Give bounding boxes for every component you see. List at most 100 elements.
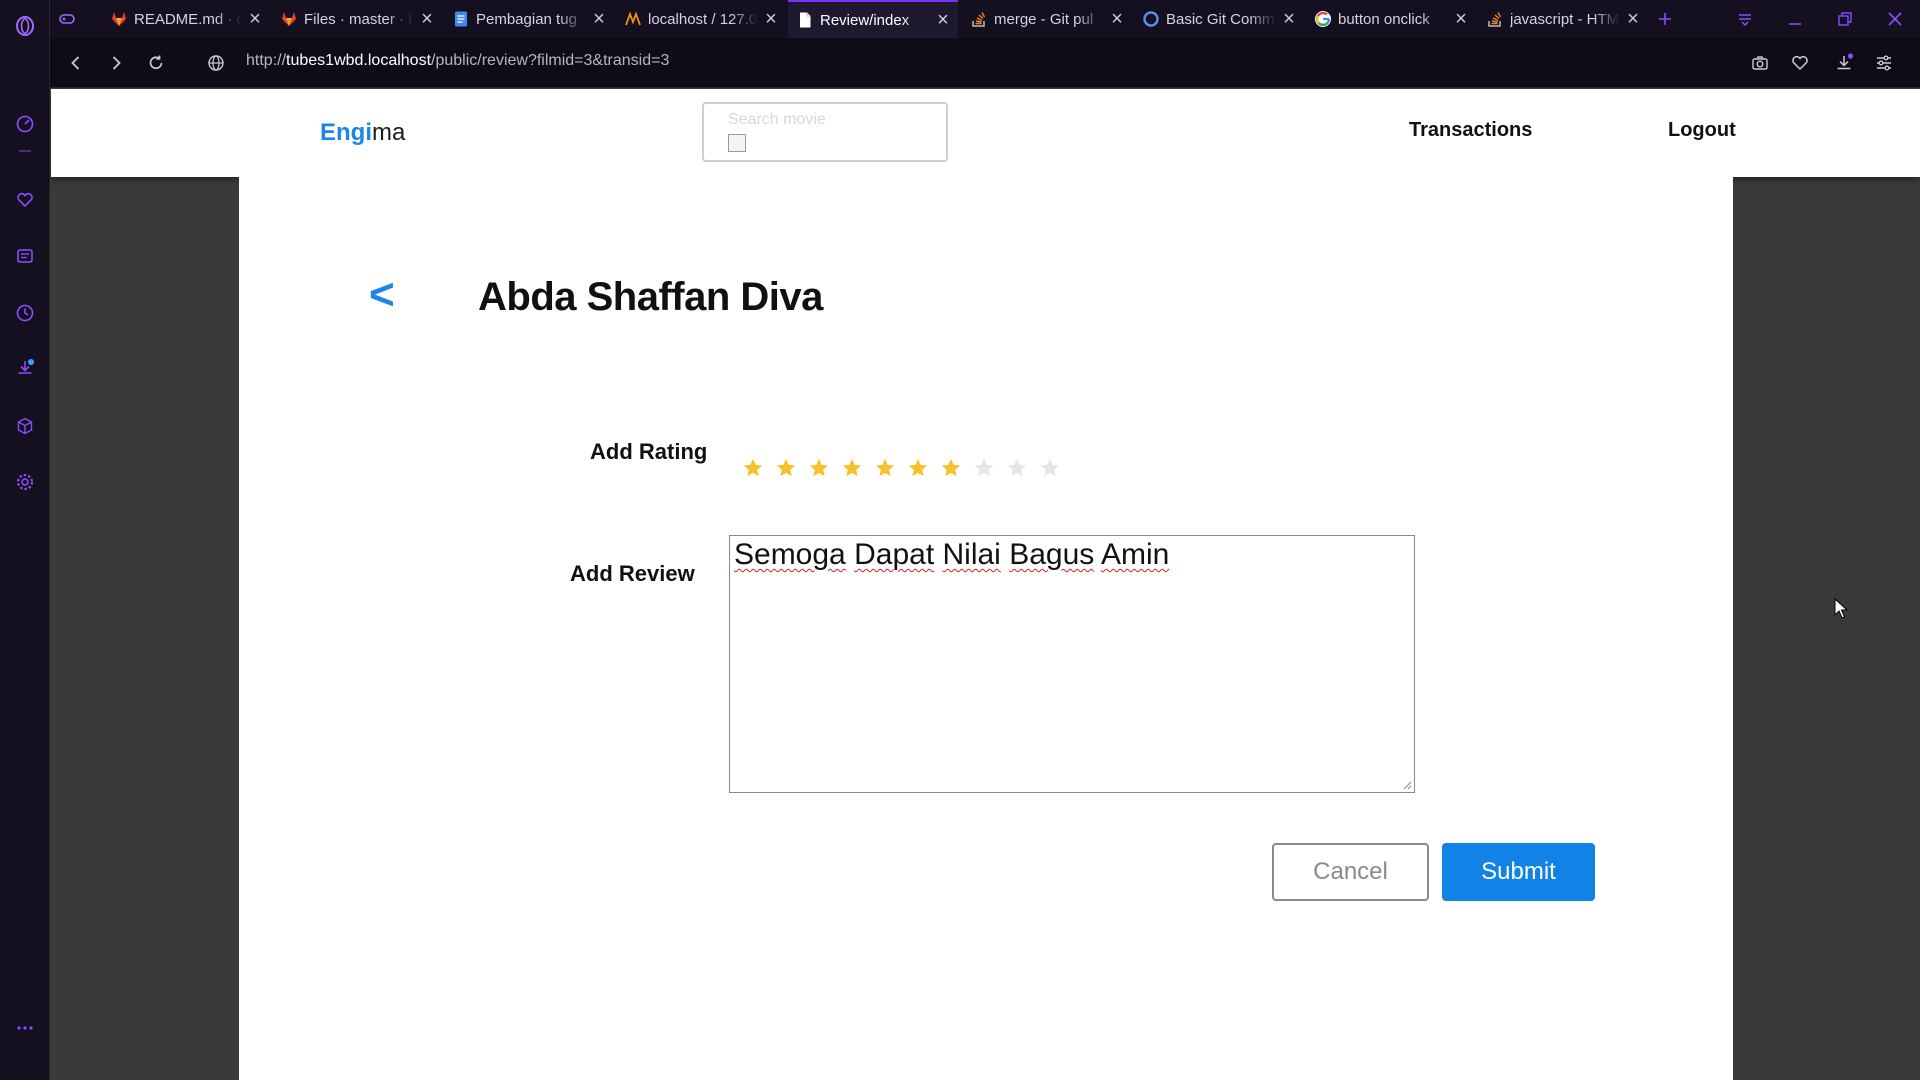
phpmyadmin-icon <box>624 10 642 28</box>
tab-title: button onclick <box>1338 10 1430 28</box>
star-icon[interactable] <box>775 457 797 479</box>
download-status-icon[interactable] <box>1828 48 1860 78</box>
star-icon[interactable] <box>808 457 830 479</box>
tab-localhost[interactable]: localhost / 127.0 × <box>616 0 786 38</box>
tab-game[interactable] <box>50 0 96 38</box>
google-docs-icon <box>452 10 470 28</box>
settings-gear-icon[interactable] <box>0 466 50 498</box>
review-word: Nilai <box>942 538 1001 571</box>
review-word: Semoga <box>734 538 846 571</box>
extensions-cube-icon[interactable] <box>0 410 50 442</box>
tab-pembagian[interactable]: Pembagian tug × <box>444 0 614 38</box>
address-bar: http://tubes1wbd.localhost/public/review… <box>50 38 1920 88</box>
reload-icon[interactable] <box>140 48 172 78</box>
stackoverflow-icon <box>970 10 988 28</box>
google-icon <box>1314 10 1332 28</box>
camera-snapshot-icon[interactable] <box>1744 48 1776 78</box>
tab-review-index[interactable]: Review/index × <box>788 0 958 38</box>
restore-icon[interactable] <box>1825 0 1865 38</box>
tab-merge-git[interactable]: merge - Git pul × <box>962 0 1132 38</box>
tab-basic-git[interactable]: Basic Git Comm × <box>1134 0 1304 38</box>
close-window-icon[interactable] <box>1875 0 1915 38</box>
news-icon[interactable] <box>0 240 50 272</box>
tab-files-master[interactable]: Files · master · II × <box>272 0 442 38</box>
logo-highlight: Engi <box>320 119 372 146</box>
broken-search-image-icon[interactable] <box>728 134 746 152</box>
speed-dial-icon[interactable] <box>0 108 50 140</box>
star-icon[interactable] <box>841 457 863 479</box>
tab-readme[interactable]: README.md · d × <box>102 0 270 38</box>
cancel-button[interactable]: Cancel <box>1272 843 1429 901</box>
url-host: tubes1wbd.localhost <box>286 52 432 69</box>
downloads-icon[interactable] <box>0 352 50 384</box>
site-logo[interactable]: Engima <box>320 119 405 147</box>
back-button[interactable]: < <box>369 273 395 317</box>
star-icon[interactable] <box>973 457 995 479</box>
minimize-icon[interactable] <box>1775 0 1815 38</box>
tab-close-icon[interactable]: × <box>764 9 778 29</box>
gamepad-icon <box>58 10 76 28</box>
star-icon[interactable] <box>1039 457 1061 479</box>
movie-title: Abda Shaffan Diva <box>478 275 823 319</box>
tab-close-icon[interactable]: × <box>592 9 606 29</box>
tab-close-icon[interactable]: × <box>1282 9 1296 29</box>
easy-setup-icon[interactable] <box>1868 48 1900 78</box>
back-icon[interactable] <box>60 48 92 78</box>
new-tab-plus-icon[interactable] <box>1645 0 1685 38</box>
circle-icon <box>1142 10 1160 28</box>
tab-bar: README.md · d × Files · master · II × Pe… <box>50 0 1920 38</box>
heart-icon[interactable] <box>0 184 50 216</box>
stackoverflow-icon <box>1486 10 1504 28</box>
nav-transactions-link[interactable]: Transactions <box>1409 119 1532 142</box>
star-icon[interactable] <box>742 457 764 479</box>
submit-button[interactable]: Submit <box>1442 843 1595 901</box>
review-word: Dapat <box>854 538 935 571</box>
tab-close-icon[interactable]: × <box>248 9 262 29</box>
history-icon[interactable] <box>0 297 50 329</box>
review-textarea[interactable]: Semoga Dapat Nilai Bagus Amin <box>729 535 1415 793</box>
star-icon[interactable] <box>907 457 929 479</box>
tab-close-icon[interactable]: × <box>1626 9 1640 29</box>
star-icon[interactable] <box>1006 457 1028 479</box>
resize-grip-icon[interactable] <box>1402 780 1412 790</box>
tab-close-icon[interactable]: × <box>420 9 434 29</box>
tab-title: javascript - HTM <box>1510 10 1620 28</box>
tab-title: Review/index <box>820 11 910 29</box>
tab-close-icon[interactable]: × <box>936 10 950 30</box>
tab-close-icon[interactable]: × <box>1454 9 1468 29</box>
more-options-icon[interactable] <box>0 1012 50 1044</box>
review-word: Bagus <box>1009 538 1095 571</box>
tab-button-onclick[interactable]: button onclick × <box>1306 0 1476 38</box>
star-rating[interactable] <box>742 457 1061 479</box>
bookmark-heart-icon[interactable] <box>1784 48 1816 78</box>
sidebar-divider <box>0 146 50 156</box>
star-icon[interactable] <box>940 457 962 479</box>
opera-logo-icon[interactable] <box>0 10 50 42</box>
nav-logout-link[interactable]: Logout <box>1668 119 1736 142</box>
forward-icon[interactable] <box>100 48 132 78</box>
mouse-cursor-icon <box>1834 598 1848 619</box>
review-form-container: < Abda Shaffan Diva Add Rating Add Revie… <box>239 177 1733 1080</box>
star-icon[interactable] <box>874 457 896 479</box>
gitlab-icon <box>110 10 128 28</box>
tab-title: README.md · d <box>134 10 242 28</box>
tab-title: merge - Git pul <box>994 10 1094 28</box>
site-info-globe-icon[interactable] <box>200 48 232 78</box>
url-path: /public/review?filmid=3&transid=3 <box>431 52 670 69</box>
url-field[interactable]: http://tubes1wbd.localhost/public/review… <box>246 52 669 70</box>
search-box <box>702 102 948 162</box>
site-header: Engima Transactions Logout <box>51 89 1920 177</box>
tab-menu-icon[interactable] <box>1725 0 1765 38</box>
url-prefix: http:// <box>246 52 287 69</box>
browser-sidebar <box>0 0 50 1080</box>
tab-title: Basic Git Comm <box>1166 10 1275 28</box>
tab-title: Pembagian tug <box>476 10 577 28</box>
tab-title: Files · master · II <box>304 10 414 28</box>
search-input[interactable] <box>726 108 930 132</box>
review-word: Amin <box>1100 538 1170 571</box>
tab-close-icon[interactable]: × <box>1110 9 1124 29</box>
tab-javascript-html[interactable]: javascript - HTM × <box>1478 0 1648 38</box>
logo-rest: ma <box>372 119 406 146</box>
review-label: Add Review <box>570 561 695 586</box>
rating-label: Add Rating <box>590 439 708 464</box>
